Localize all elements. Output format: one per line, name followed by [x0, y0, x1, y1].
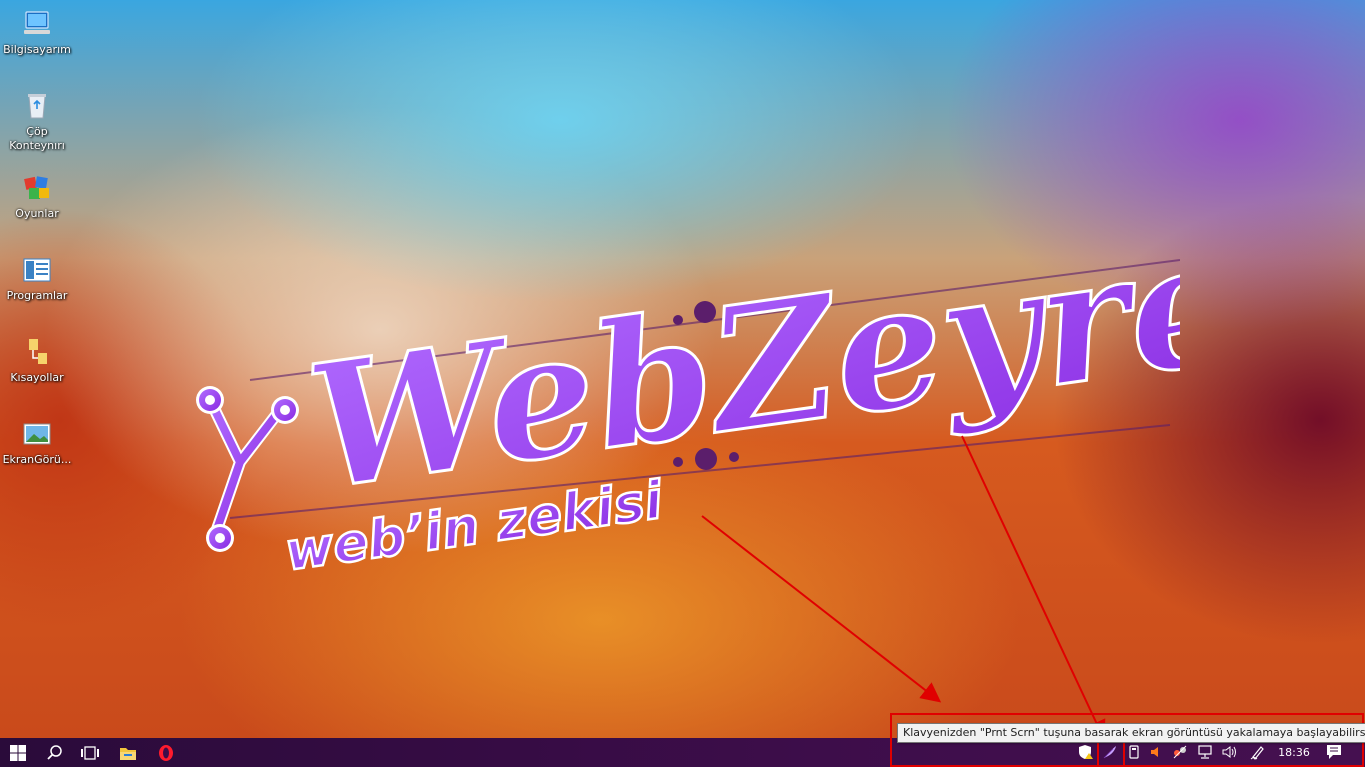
- desktop-icon-games[interactable]: Oyunlar: [0, 172, 74, 221]
- opera-browser-button[interactable]: [148, 738, 184, 767]
- file-explorer-icon: [120, 747, 136, 760]
- desktop-icon-shortcuts[interactable]: Kısayollar: [0, 336, 74, 385]
- desktop-icon-screenshot[interactable]: EkranGörü...: [0, 418, 74, 467]
- desktop-icon-programs[interactable]: Programlar: [0, 254, 74, 303]
- windows-start-icon: [10, 744, 26, 761]
- webzeyrek-logo: WebZeyrek web’in zekisi: [196, 250, 1180, 584]
- task-view-button[interactable]: [72, 738, 108, 767]
- desktop-icon-label: Kısayollar: [10, 371, 64, 384]
- games-folder-icon: [21, 172, 53, 204]
- recycle-bin-icon: [21, 90, 53, 122]
- brand-wordmark: WebZeyrek: [298, 250, 1180, 529]
- task-view-icon: [81, 745, 99, 760]
- tray-tooltip: Klavyenizden "Prnt Scrn" tuşuna basarak …: [897, 723, 1365, 743]
- image-file-icon: [21, 418, 53, 450]
- desktop-icon-computer[interactable]: Bilgisayarım: [0, 8, 74, 57]
- desktop-icon-label: Çöp Konteynırı: [9, 125, 65, 152]
- file-explorer-button[interactable]: [110, 738, 146, 767]
- opera-browser-icon: [159, 744, 173, 761]
- desktop-wallpaper: Bilgisayarım Çöp Konteynırı Oyunlar Prog…: [0, 0, 1365, 738]
- computer-icon: [21, 8, 53, 40]
- desktop-icon-label: Oyunlar: [15, 207, 59, 220]
- start-button[interactable]: [0, 738, 36, 767]
- desktop-icon-label: Programlar: [6, 289, 68, 302]
- search-button[interactable]: [37, 738, 73, 767]
- desktop-icon-label: EkranGörü...: [2, 453, 72, 466]
- shortcuts-folder-icon: [21, 336, 53, 368]
- search-icon: [47, 744, 62, 760]
- desktop-icon-recycle-bin[interactable]: Çöp Konteynırı: [0, 90, 74, 153]
- desktop-icon-label: Bilgisayarım: [3, 43, 71, 56]
- capture-icon-highlight-box: [1097, 740, 1125, 767]
- programs-folder-icon: [21, 254, 53, 286]
